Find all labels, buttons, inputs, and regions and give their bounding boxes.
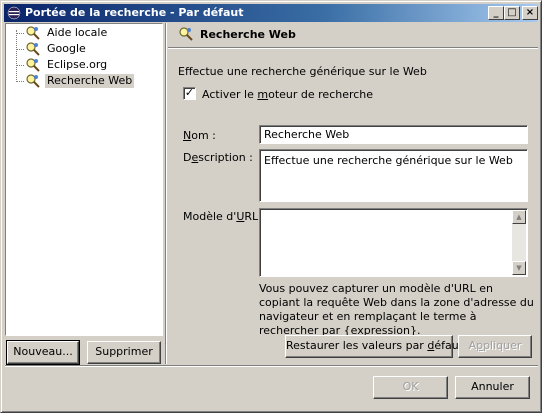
restore-defaults-button[interactable]: Restaurer les valeurs par défaut xyxy=(285,335,463,358)
engine-description: Effectue une recherche générique sur le … xyxy=(178,65,427,78)
close-button[interactable]: × xyxy=(522,6,538,20)
delete-button[interactable]: Supprimer xyxy=(87,341,161,364)
search-engine-icon xyxy=(179,27,193,41)
search-scope-dialog: Portée de la recherche - Par défaut _ □ … xyxy=(0,0,542,413)
maximize-button[interactable]: □ xyxy=(504,6,520,20)
tree-item-label: Google xyxy=(47,42,86,55)
ok-button[interactable]: OK xyxy=(373,376,448,399)
detail-header: Recherche Web xyxy=(168,23,538,47)
panel-divider xyxy=(165,23,167,364)
minimize-button[interactable]: _ xyxy=(488,6,504,20)
name-label: Nom : xyxy=(183,129,216,142)
apply-button[interactable]: Appliquer xyxy=(458,335,532,358)
cancel-button[interactable]: Annuler xyxy=(455,376,530,399)
description-field[interactable]: Effectue une recherche générique sur le … xyxy=(259,149,528,202)
tree-item-label: Eclipse.org xyxy=(47,58,108,71)
enable-engine-label[interactable]: Activer le moteur de recherche xyxy=(202,88,373,101)
tree-item-label: Recherche Web xyxy=(45,74,135,88)
scroll-down-icon[interactable]: ▼ xyxy=(512,261,526,275)
title-bar[interactable]: Portée de la recherche - Par défaut _ □ … xyxy=(4,4,538,22)
header-separator xyxy=(168,47,538,49)
tree-connector xyxy=(16,30,17,80)
enable-engine-checkbox[interactable]: ✓ xyxy=(183,87,196,100)
new-button[interactable]: Nouveau... xyxy=(6,340,80,365)
tree-item-label: Aide locale xyxy=(47,26,108,39)
url-help-text: Vous pouvez capturer un modèle d'URL en … xyxy=(259,282,534,337)
url-template-label: Modèle d'URL : xyxy=(183,210,266,223)
search-engine-icon xyxy=(26,26,40,40)
scroll-up-icon[interactable]: ▲ xyxy=(512,210,526,224)
detail-title: Recherche Web xyxy=(200,28,296,41)
search-engine-icon xyxy=(26,58,40,72)
url-scrollbar[interactable]: ▲ ▼ xyxy=(512,210,526,275)
footer-separator xyxy=(5,365,538,367)
name-field[interactable]: Recherche Web xyxy=(259,125,528,144)
window-title: Portée de la recherche - Par défaut xyxy=(25,6,244,19)
eclipse-app-icon xyxy=(7,6,21,20)
search-engine-icon xyxy=(26,42,40,56)
search-engine-icon xyxy=(26,74,40,88)
description-label: Description : xyxy=(183,151,253,164)
url-template-field[interactable]: ▲ ▼ xyxy=(259,208,528,277)
search-engine-tree[interactable]: Aide locale Google Eclipse.org Recherche… xyxy=(5,23,163,336)
